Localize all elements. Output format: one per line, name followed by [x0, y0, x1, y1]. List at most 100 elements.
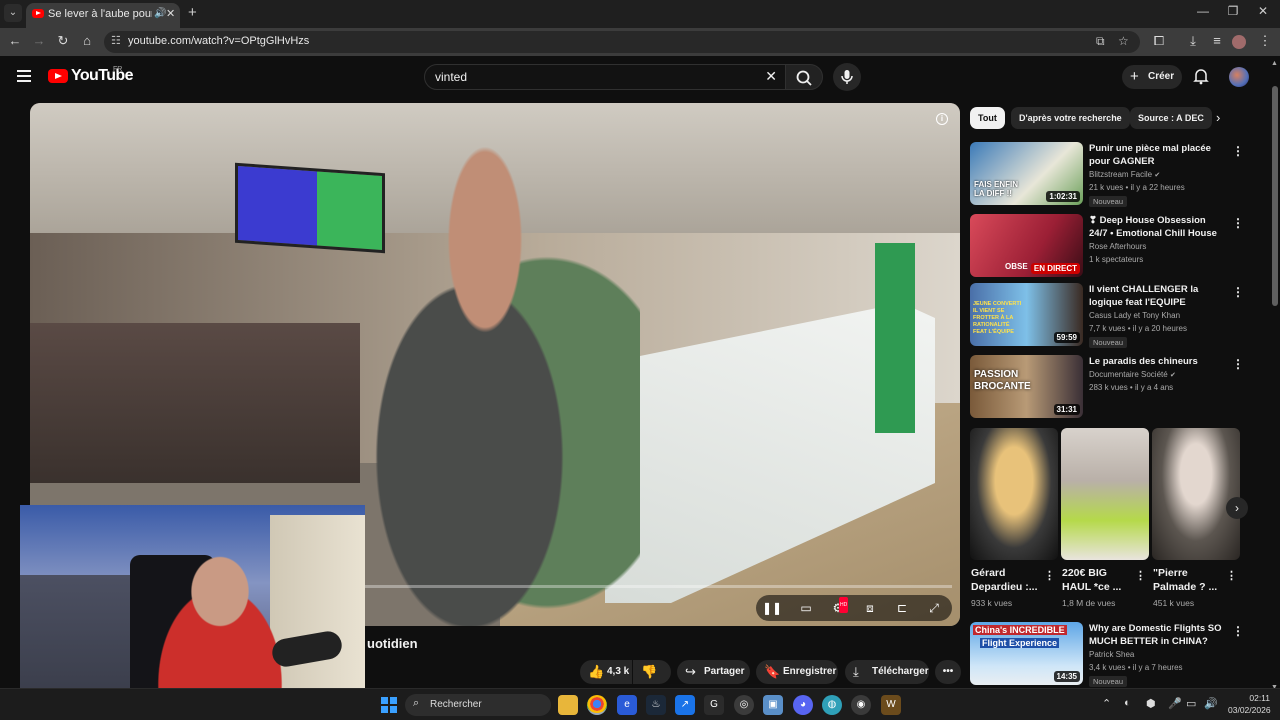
tab-close-icon[interactable]: ✕: [166, 3, 175, 25]
new-tab-button[interactable]: +: [188, 4, 197, 21]
file-explorer-icon[interactable]: [558, 695, 578, 715]
channel-name[interactable]: Documentaire Société ✔: [1089, 370, 1176, 379]
video-thumbnail[interactable]: FAIS ENFIN LA DIFF !! 1:02:31: [970, 142, 1083, 205]
chevron-right-icon[interactable]: ›: [1226, 497, 1248, 519]
more-vertical-icon[interactable]: ⋮: [1044, 569, 1055, 582]
video-thumbnail[interactable]: OBSE EN DIRECT: [970, 214, 1083, 277]
page-scrollbar[interactable]: ▲ ▼: [1270, 56, 1280, 696]
short-thumbnail[interactable]: [970, 428, 1058, 560]
short-title[interactable]: 220€ BIG HAUL *ce ...: [1062, 566, 1134, 594]
menu-icon[interactable]: [17, 70, 31, 82]
channel-name[interactable]: Patrick Shea: [1089, 650, 1134, 659]
browser-tab[interactable]: Se lever à l'aube pour chine 🔊 ✕: [26, 3, 180, 28]
window-close-button[interactable]: ✕: [1248, 4, 1278, 18]
network-icon[interactable]: ▭: [1186, 697, 1196, 710]
tray-app-icon[interactable]: ◐: [1124, 697, 1131, 709]
clear-search-icon[interactable]: ✕: [765, 68, 777, 85]
recommendation-title[interactable]: ❣ Deep House Obsession 24/7 • Emotional …: [1089, 214, 1225, 240]
windows-start-icon[interactable]: [381, 697, 397, 713]
app-icon[interactable]: G: [704, 695, 724, 715]
tray-overflow-icon[interactable]: ⌃: [1102, 697, 1111, 710]
settings-gear-icon[interactable]: ⚙ HD: [830, 597, 849, 616]
chip-all[interactable]: Tout: [970, 107, 1005, 129]
profile-avatar[interactable]: [1232, 35, 1246, 49]
site-info-icon[interactable]: ☷: [111, 34, 121, 47]
create-button[interactable]: + Créer: [1122, 65, 1182, 89]
voice-search-button[interactable]: [833, 63, 861, 91]
taskbar-search[interactable]: ⌕ Rechercher: [405, 694, 551, 716]
recommendation-title[interactable]: Le paradis des chineurs: [1089, 355, 1225, 368]
miniplayer-icon[interactable]: ⧈: [862, 600, 878, 616]
reload-icon[interactable]: ↻: [54, 33, 72, 49]
recommendation-item[interactable]: OBSE EN DIRECT ❣ Deep House Obsession 24…: [970, 214, 1250, 278]
search-input[interactable]: vinted ✕: [424, 64, 786, 90]
short-item[interactable]: 220€ BIG HAUL *ce ... 1,8 M de vues ⋮: [1061, 428, 1149, 618]
obs-icon[interactable]: ◉: [851, 695, 871, 715]
fullscreen-icon[interactable]: ⤢: [926, 600, 942, 616]
tray-app-icon[interactable]: ⬢: [1146, 697, 1156, 710]
app-icon[interactable]: ↗: [675, 695, 695, 715]
game-launcher-icon[interactable]: W: [881, 695, 901, 715]
chrome-icon[interactable]: [587, 695, 607, 715]
more-vertical-icon[interactable]: ⋮: [1232, 216, 1244, 230]
cast-icon[interactable]: ⧉: [1096, 34, 1105, 49]
video-thumbnail[interactable]: China's INCREDIBLE Flight Experience 14:…: [970, 622, 1083, 685]
bookmark-star-icon[interactable]: ☆: [1118, 34, 1129, 48]
chip-search-based[interactable]: D'après votre recherche: [1011, 107, 1130, 129]
photos-icon[interactable]: ▣: [763, 695, 783, 715]
notifications-button[interactable]: [1192, 67, 1210, 85]
short-item[interactable]: Gérard Depardieu :... 933 k vues ⋮: [970, 428, 1058, 618]
channel-name[interactable]: Blitzstream Facile ✔: [1089, 170, 1160, 179]
channel-name[interactable]: Rose Afterhours: [1089, 242, 1146, 251]
chevron-right-icon[interactable]: ›: [1216, 110, 1220, 125]
share-button[interactable]: ↪ Partager: [677, 660, 750, 684]
short-thumbnail[interactable]: [1152, 428, 1240, 560]
scrollbar-thumb[interactable]: [1272, 86, 1278, 306]
volume-icon[interactable]: 🔊: [1204, 697, 1218, 710]
pause-icon[interactable]: ❚❚: [762, 600, 782, 616]
home-icon[interactable]: ⌂: [78, 33, 96, 48]
recommendation-item[interactable]: China's INCREDIBLE Flight Experience 14:…: [970, 622, 1250, 687]
minimize-button[interactable]: —: [1188, 4, 1218, 18]
extensions-icon[interactable]: ⧠: [1150, 33, 1168, 49]
short-title[interactable]: Gérard Depardieu :...: [971, 566, 1043, 594]
recommendation-title[interactable]: Why are Domestic Flights SO MUCH BETTER …: [1089, 622, 1225, 648]
discord-icon[interactable]: ◕: [793, 695, 813, 715]
recommendation-item[interactable]: FAIS ENFIN LA DIFF !! 1:02:31 Punir une …: [970, 142, 1250, 207]
recommendation-title[interactable]: Punir une pièce mal placée pour GAGNER: [1089, 142, 1225, 168]
short-title[interactable]: "Pierre Palmade ? ...: [1153, 566, 1225, 594]
more-vertical-icon[interactable]: ⋮: [1232, 285, 1244, 299]
reading-list-icon[interactable]: ≡: [1208, 33, 1226, 48]
address-bar[interactable]: ☷ youtube.com/watch?v=OPtgGlHvHzs ⧉ ☆: [104, 31, 1140, 53]
more-vertical-icon[interactable]: ⋮: [1232, 144, 1244, 158]
edge-app-icon[interactable]: e: [617, 695, 637, 715]
youtube-logo-icon[interactable]: [48, 69, 68, 83]
downloads-icon[interactable]: ⤓: [1184, 33, 1202, 49]
more-actions-button[interactable]: •••: [935, 660, 961, 684]
tab-audio-icon[interactable]: 🔊: [154, 3, 166, 25]
channel-name[interactable]: Casus Lady et Tony Khan: [1089, 311, 1180, 320]
subtitles-icon[interactable]: ▭: [798, 600, 814, 616]
tab-search-button[interactable]: ⌄: [4, 4, 22, 22]
back-icon[interactable]: ←: [6, 33, 24, 48]
more-vertical-icon[interactable]: ⋮: [1226, 569, 1237, 582]
chip-source[interactable]: Source : A DEC: [1130, 107, 1212, 129]
video-thumbnail[interactable]: PASSION BROCANTE 31:31: [970, 355, 1083, 418]
short-item[interactable]: "Pierre Palmade ? ... 451 k vues ⋮: [1152, 428, 1240, 618]
search-button[interactable]: [785, 64, 823, 90]
forward-icon[interactable]: →: [30, 33, 48, 48]
clock-time[interactable]: 02:11: [1240, 693, 1270, 703]
browser-menu-icon[interactable]: ⋮: [1256, 33, 1274, 49]
recommendation-item[interactable]: PASSION BROCANTE 31:31 Le paradis des ch…: [970, 355, 1250, 419]
save-button[interactable]: 🔖 Enregistrer: [756, 660, 838, 684]
info-icon[interactable]: i: [936, 113, 948, 125]
clock-date[interactable]: 03/02/2026: [1228, 705, 1271, 715]
microphone-icon[interactable]: 🎤: [1168, 697, 1182, 710]
like-button[interactable]: 👍 4,3 k: [580, 660, 632, 684]
more-vertical-icon[interactable]: ⋮: [1135, 569, 1146, 582]
steam-icon[interactable]: ♨: [646, 695, 666, 715]
short-thumbnail[interactable]: [1061, 428, 1149, 560]
recommendation-item[interactable]: JEUNE CONVERTI IL VIENT SE FROTTER À LA …: [970, 283, 1250, 348]
download-button[interactable]: ⤓ Télécharger: [845, 660, 929, 684]
restore-button[interactable]: ❐: [1218, 4, 1248, 18]
